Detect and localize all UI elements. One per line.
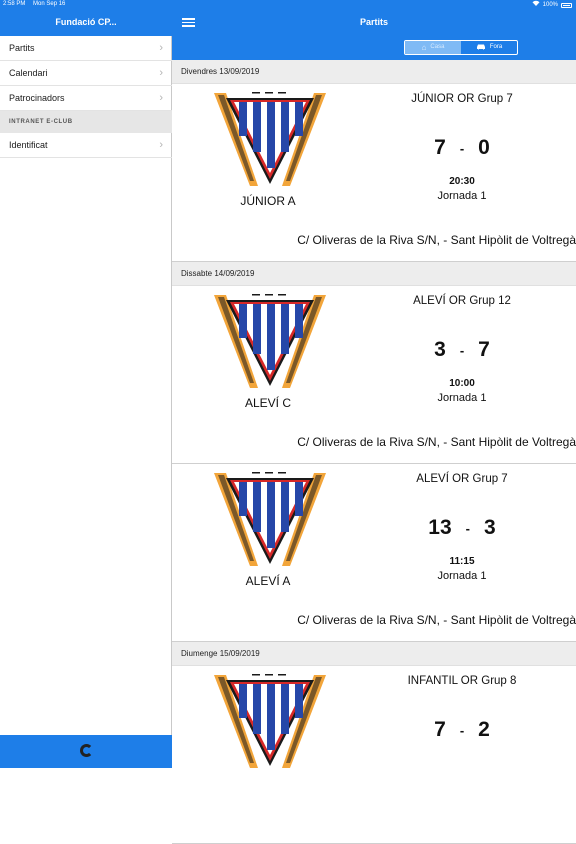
match-round: Jornada 1 <box>437 570 487 582</box>
sidebar-item-label: Partits <box>9 43 35 53</box>
match-score: 13 - 3 <box>372 516 552 540</box>
match-score: 7 - 2 <box>372 718 552 742</box>
league-name: ALEVÍ OR Grup 7 <box>416 473 508 485</box>
team-name: JÚNIOR A <box>240 194 296 208</box>
match-address: C/ Oliveras de la Riva S/N, - Sant Hipòl… <box>297 233 576 247</box>
sidebar-item-patrocinadors[interactable]: Patrocinadors › <box>0 86 172 111</box>
away-score: 7 <box>478 338 490 361</box>
match-round: Jornada 1 <box>437 392 487 404</box>
score-separator: - <box>459 140 465 156</box>
match-address: C/ Oliveras de la Riva S/N, - Sant Hipòl… <box>297 613 576 627</box>
day-header: Dissabte 14/09/2019 <box>172 262 576 286</box>
league-name: INFANTIL OR Grup 8 <box>407 675 517 687</box>
match-address: C/ Oliveras de la Riva S/N, - Sant Hipòl… <box>297 435 576 449</box>
wifi-icon <box>532 0 540 10</box>
chevron-right-icon: › <box>159 67 163 79</box>
team-name: ALEVÍ C <box>244 396 292 410</box>
sidebar: Fundació CP... Partits › Calendari › Pat… <box>0 0 172 768</box>
sidebar-item-partits[interactable]: Partits › <box>0 36 172 61</box>
sidebar-item-identificat[interactable]: Identificat › <box>0 133 172 158</box>
match-card[interactable]: ALEVÍ A ALEVÍ OR Grup 7 13 - 3 11:15 Jor… <box>172 464 576 642</box>
sidebar-item-label: Patrocinadors <box>9 93 65 103</box>
status-bar: 2:58 PM Mon Sep 16 100% <box>0 0 576 9</box>
segment-fora[interactable]: Fora <box>461 41 517 54</box>
status-time: 2:58 PM <box>3 1 26 7</box>
status-date: Mon Sep 16 <box>33 1 66 7</box>
match-round: Jornada 1 <box>437 190 487 202</box>
match-card[interactable]: ALEVÍ C ALEVÍ OR Grup 12 3 - 7 10:00 Jor… <box>172 286 576 464</box>
chevron-right-icon: › <box>159 42 163 54</box>
home-score: 13 <box>428 516 452 539</box>
match-time: 10:00 <box>449 378 475 389</box>
match-card[interactable]: INFANTIL OR Grup 8 7 - 2 <box>172 666 576 844</box>
away-score: 0 <box>478 136 490 159</box>
club-crest-icon <box>214 92 326 186</box>
sidebar-menu: Partits › Calendari › Patrocinadors › IN… <box>0 36 172 158</box>
main-content: Partits ⌂ Casa Fora Divendres 13/09/2019… <box>172 0 576 844</box>
chevron-right-icon: › <box>159 139 163 151</box>
sidebar-item-label: Identificat <box>9 140 48 150</box>
segment-casa[interactable]: ⌂ Casa <box>405 41 461 54</box>
sidebar-footer <box>0 735 172 768</box>
day-header: Divendres 13/09/2019 <box>172 60 576 84</box>
sidebar-item-calendari[interactable]: Calendari › <box>0 61 172 86</box>
match-time: 20:30 <box>449 176 475 187</box>
match-card[interactable]: JÚNIOR A JÚNIOR OR Grup 7 7 - 0 20:30 Jo… <box>172 84 576 262</box>
away-score: 3 <box>484 516 496 539</box>
home-score: 7 <box>434 136 446 159</box>
home-score: 7 <box>434 718 446 741</box>
league-name: ALEVÍ OR Grup 12 <box>413 295 511 307</box>
matches-list: Divendres 13/09/2019 JÚNIOR A JÚNIOR OR … <box>172 60 576 844</box>
score-separator: - <box>459 342 465 358</box>
sidebar-title: Fundació CP... <box>0 9 172 36</box>
day-header: Diumenge 15/09/2019 <box>172 642 576 666</box>
club-crest-icon <box>214 472 326 566</box>
team-name: ALEVÍ A <box>245 574 291 588</box>
score-separator: - <box>459 722 465 738</box>
league-name: JÚNIOR OR Grup 7 <box>411 93 513 105</box>
chevron-right-icon: › <box>159 92 163 104</box>
sidebar-section-header: INTRANET E-CLUB <box>0 111 172 133</box>
segment-label: Casa <box>430 44 445 50</box>
club-crest-icon <box>214 294 326 388</box>
house-icon: ⌂ <box>421 42 427 52</box>
club-crest-icon <box>214 674 326 768</box>
segment-label: Fora <box>489 44 503 50</box>
home-away-segmented-control: ⌂ Casa Fora <box>404 40 518 55</box>
battery-percent: 100% <box>542 1 558 8</box>
match-score: 3 - 7 <box>372 338 552 362</box>
battery-icon <box>561 2 572 8</box>
home-score: 3 <box>434 338 446 361</box>
match-score: 7 - 0 <box>372 136 552 160</box>
page-title: Partits <box>359 17 388 27</box>
sidebar-item-label: Calendari <box>9 68 48 78</box>
car-icon <box>476 43 486 52</box>
away-score: 2 <box>478 718 490 741</box>
nav-bar: Partits ⌂ Casa Fora <box>172 9 576 60</box>
app-logo-icon <box>80 744 93 757</box>
score-separator: - <box>465 520 470 536</box>
match-time: 11:15 <box>449 556 475 567</box>
